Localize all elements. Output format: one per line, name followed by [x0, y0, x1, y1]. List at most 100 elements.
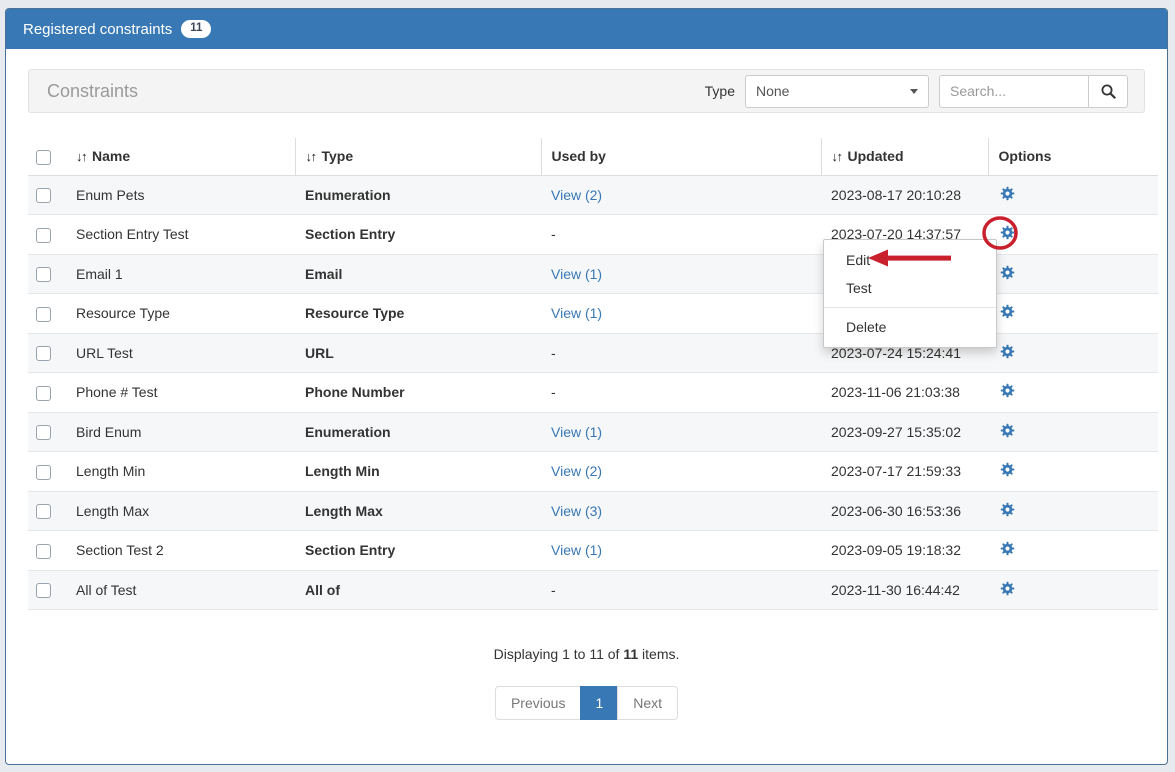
- row-options-button[interactable]: [1000, 186, 1015, 201]
- panel-title: Registered constraints: [23, 21, 172, 38]
- row-name: Length Max: [76, 503, 149, 519]
- type-label: Type: [705, 83, 735, 99]
- row-type: Email: [305, 266, 342, 282]
- pagination: Previous 1 Next: [495, 686, 678, 720]
- row-options-button[interactable]: [1000, 462, 1015, 477]
- menu-item-delete[interactable]: Delete: [824, 313, 996, 341]
- header-name[interactable]: ↓↑Name: [66, 138, 295, 175]
- table-row: Section Test 2 Section Entry View (1) 20…: [28, 531, 1158, 571]
- type-select-value: None: [756, 83, 789, 99]
- row-used-by[interactable]: View (1): [551, 305, 602, 321]
- gear-icon: [1000, 581, 1015, 596]
- row-used-by: -: [551, 384, 556, 400]
- row-name: Phone # Test: [76, 384, 157, 400]
- row-used-by[interactable]: View (3): [551, 503, 602, 519]
- row-updated: 2023-08-17 20:10:28: [831, 187, 961, 203]
- row-type: All of: [305, 582, 340, 598]
- row-type: Length Min: [305, 463, 380, 479]
- count-badge: 11: [181, 20, 211, 38]
- row-options-button[interactable]: [1000, 581, 1015, 596]
- row-name: Enum Pets: [76, 187, 144, 203]
- row-updated: 2023-11-06 21:03:38: [831, 384, 960, 400]
- row-name: Length Min: [76, 463, 145, 479]
- row-checkbox[interactable]: [36, 465, 51, 480]
- sort-icon: ↓↑: [76, 149, 86, 164]
- row-updated: 2023-06-30 16:53:36: [831, 503, 961, 519]
- row-checkbox[interactable]: [36, 544, 51, 559]
- row-updated: 2023-07-17 21:59:33: [831, 463, 961, 479]
- search-input[interactable]: [939, 75, 1089, 108]
- row-used-by: -: [551, 345, 556, 361]
- row-checkbox[interactable]: [36, 228, 51, 243]
- toolbar-title: Constraints: [47, 81, 138, 102]
- row-checkbox[interactable]: [36, 267, 51, 282]
- table-row: Phone # Test Phone Number - 2023-11-06 2…: [28, 373, 1158, 413]
- table-row: Bird Enum Enumeration View (1) 2023-09-2…: [28, 412, 1158, 452]
- row-options-button[interactable]: [1000, 383, 1015, 398]
- row-name: All of Test: [76, 582, 136, 598]
- header-updated[interactable]: ↓↑Updated: [821, 138, 988, 175]
- row-checkbox[interactable]: [36, 346, 51, 361]
- row-name: Bird Enum: [76, 424, 141, 440]
- menu-item-test[interactable]: Test: [824, 274, 996, 302]
- options-context-menu: Edit Test Delete: [823, 239, 997, 348]
- row-type: Resource Type: [305, 305, 404, 321]
- row-used-by[interactable]: View (1): [551, 542, 602, 558]
- pagination-next[interactable]: Next: [617, 686, 678, 720]
- row-options-button[interactable]: [1000, 541, 1015, 556]
- gear-icon: [1000, 344, 1015, 359]
- row-checkbox[interactable]: [36, 504, 51, 519]
- header-used-by: Used by: [541, 138, 821, 175]
- page: Registered constraints 11 Constraints Ty…: [0, 0, 1175, 772]
- row-updated: 2023-09-27 15:35:02: [831, 424, 961, 440]
- panel-heading: Registered constraints 11: [6, 9, 1167, 49]
- row-used-by[interactable]: View (2): [551, 463, 602, 479]
- row-options-button[interactable]: [1000, 304, 1015, 319]
- row-name: Resource Type: [76, 305, 170, 321]
- row-used-by[interactable]: View (1): [551, 424, 602, 440]
- menu-item-edit[interactable]: Edit: [824, 246, 996, 274]
- row-used-by[interactable]: View (2): [551, 187, 602, 203]
- gear-icon: [1000, 304, 1015, 319]
- table-row: All of Test All of - 2023-11-30 16:44:42: [28, 570, 1158, 610]
- row-options-button[interactable]: [1000, 265, 1015, 280]
- row-used-by[interactable]: View (1): [551, 266, 602, 282]
- gear-icon: [1000, 502, 1015, 517]
- menu-divider: [824, 307, 996, 308]
- row-type: Phone Number: [305, 384, 405, 400]
- pagination-page-1[interactable]: 1: [580, 686, 618, 720]
- row-options-button[interactable]: [1000, 423, 1015, 438]
- sort-icon: ↓↑: [306, 149, 316, 164]
- select-all-checkbox[interactable]: [36, 150, 51, 165]
- row-type: Length Max: [305, 503, 383, 519]
- row-used-by: -: [551, 582, 556, 598]
- row-type: Section Entry: [305, 542, 395, 558]
- table-row: Length Max Length Max View (3) 2023-06-3…: [28, 491, 1158, 531]
- search-button[interactable]: [1089, 75, 1128, 108]
- row-checkbox[interactable]: [36, 425, 51, 440]
- gear-icon: [1000, 462, 1015, 477]
- header-type[interactable]: ↓↑Type: [295, 138, 541, 175]
- gear-icon: [1000, 225, 1015, 240]
- table-row: Length Min Length Min View (2) 2023-07-1…: [28, 452, 1158, 492]
- constraints-table: ↓↑Name ↓↑Type Used by ↓↑Updated Options: [28, 138, 1158, 610]
- row-type: Section Entry: [305, 226, 395, 242]
- panel-body: Constraints Type None: [6, 49, 1167, 720]
- registered-constraints-panel: Registered constraints 11 Constraints Ty…: [5, 8, 1168, 765]
- row-name: Section Test 2: [76, 542, 164, 558]
- row-checkbox[interactable]: [36, 583, 51, 598]
- summary-text: Displaying 1 to 11 of 11 items.: [28, 646, 1145, 662]
- row-checkbox[interactable]: [36, 188, 51, 203]
- row-name: Email 1: [76, 266, 123, 282]
- type-select[interactable]: None: [745, 75, 929, 108]
- row-type: Enumeration: [305, 187, 391, 203]
- row-used-by: -: [551, 226, 556, 242]
- row-options-button[interactable]: [1000, 344, 1015, 359]
- header-options: Options: [988, 138, 1158, 175]
- row-options-button[interactable]: [1000, 225, 1015, 240]
- row-checkbox[interactable]: [36, 386, 51, 401]
- row-checkbox[interactable]: [36, 307, 51, 322]
- magnifier-icon: [1100, 83, 1117, 100]
- row-options-button[interactable]: [1000, 502, 1015, 517]
- pagination-previous[interactable]: Previous: [495, 686, 581, 720]
